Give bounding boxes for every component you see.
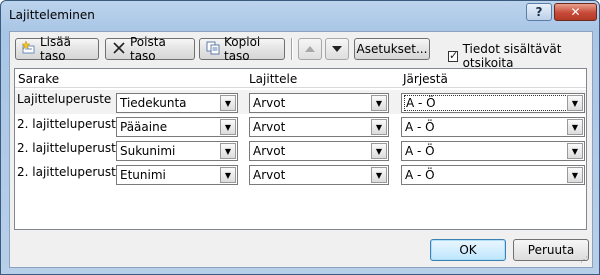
sort-on-select-value: Arvot [253,168,286,182]
move-down-button[interactable] [325,38,349,60]
row-label: 2. lajitteluperuste [17,165,124,179]
row-label: 2. lajitteluperuste [17,141,124,155]
sort-on-select-value: Arvot [253,96,286,110]
headers-checkbox[interactable]: Tiedot sisältävät otsikoita [448,42,592,70]
sort-on-select[interactable]: Arvot ▼ [249,117,389,137]
delete-level-button[interactable]: Poista taso [105,35,195,63]
checkbox-checked-icon[interactable] [448,49,458,62]
order-select[interactable]: A - Ö ▼ [401,165,585,185]
sort-on-select-value: Arvot [253,144,286,158]
column-select[interactable]: Sukunimi ▼ [116,141,238,161]
options-button[interactable]: Asetukset... [354,38,430,60]
order-select[interactable]: A - Ö ▼ [401,117,585,137]
dropdown-arrow-icon[interactable]: ▼ [371,119,387,135]
delete-x-icon [112,41,126,58]
sort-dialog: Lajitteleminen ? ✕ Lisää taso Poista tas… [0,0,600,275]
delete-level-label: Poista taso [130,35,166,63]
add-level-label: Lisää taso [40,35,71,63]
ok-button[interactable]: OK [430,239,506,261]
dropdown-arrow-icon[interactable]: ▼ [220,119,236,135]
headers-checkbox-label: Tiedot sisältävät otsikoita [462,42,562,70]
column-select-value: Tiedekunta [120,96,187,110]
column-select-value: Etunimi [120,168,166,182]
row-label: Lajitteluperuste [17,92,112,106]
sort-on-select[interactable]: Arvot ▼ [249,141,389,161]
dropdown-arrow-icon[interactable]: ▼ [220,95,236,111]
order-select-value: A - Ö [405,168,435,182]
dropdown-arrow-icon[interactable]: ▼ [567,143,583,159]
order-select-value: A - Ö [404,95,568,111]
order-select-value: A - Ö [405,144,435,158]
column-header-jarjesta: Järjestä [403,72,448,86]
resize-grip-icon[interactable]: ⋰ [580,255,590,265]
column-select[interactable]: Etunimi ▼ [116,165,238,185]
order-select-value: A - Ö [405,120,435,134]
sort-levels-grid: Sarake Lajittele Järjestä Lajitteluperus… [14,68,587,230]
dialog-title: Lajitteleminen [9,8,95,22]
title-bar[interactable]: Lajitteleminen ? ✕ [1,1,599,31]
column-select-value: Sukunimi [120,144,176,158]
copy-level-label: Kopioi taso [224,35,261,63]
header-divider [15,87,586,88]
arrow-up-icon [304,42,316,56]
arrow-down-icon [331,42,343,56]
column-header-lajittele: Lajittele [249,72,298,86]
column-select-value: Pääaine [120,120,168,134]
copy-level-button[interactable]: Kopioi taso [199,35,285,63]
toolbar-separator [291,38,293,60]
dropdown-arrow-icon[interactable]: ▼ [371,167,387,183]
sort-on-select-value: Arvot [253,120,286,134]
move-up-button[interactable] [298,38,322,60]
column-select[interactable]: Pääaine ▼ [116,117,238,137]
column-select[interactable]: Tiedekunta ▼ [116,93,238,113]
add-level-icon [21,39,36,58]
order-select[interactable]: A - Ö ▼ [401,141,585,161]
dropdown-arrow-icon[interactable]: ▼ [371,95,387,111]
dropdown-arrow-icon[interactable]: ▼ [220,167,236,183]
row-label: 2. lajitteluperuste [17,117,124,131]
column-header-sarake: Sarake [18,72,60,86]
dialog-client-area: Lisää taso Poista taso Kopioi taso Asetu… [9,31,593,268]
order-select[interactable]: A - Ö ▼ [401,93,585,113]
copy-icon [206,41,220,58]
sort-on-select[interactable]: Arvot ▼ [249,93,389,113]
dropdown-arrow-icon[interactable]: ▼ [567,95,583,111]
close-button[interactable]: ✕ [554,3,597,21]
dropdown-arrow-icon[interactable]: ▼ [371,143,387,159]
add-level-button[interactable]: Lisää taso [15,35,99,63]
options-label: Asetukset... [356,42,428,56]
dropdown-arrow-icon[interactable]: ▼ [567,119,583,135]
help-button[interactable]: ? [526,3,552,21]
cancel-button[interactable]: Peruuta [513,239,589,261]
sort-on-select[interactable]: Arvot ▼ [249,165,389,185]
dropdown-arrow-icon[interactable]: ▼ [567,167,583,183]
dropdown-arrow-icon[interactable]: ▼ [220,143,236,159]
